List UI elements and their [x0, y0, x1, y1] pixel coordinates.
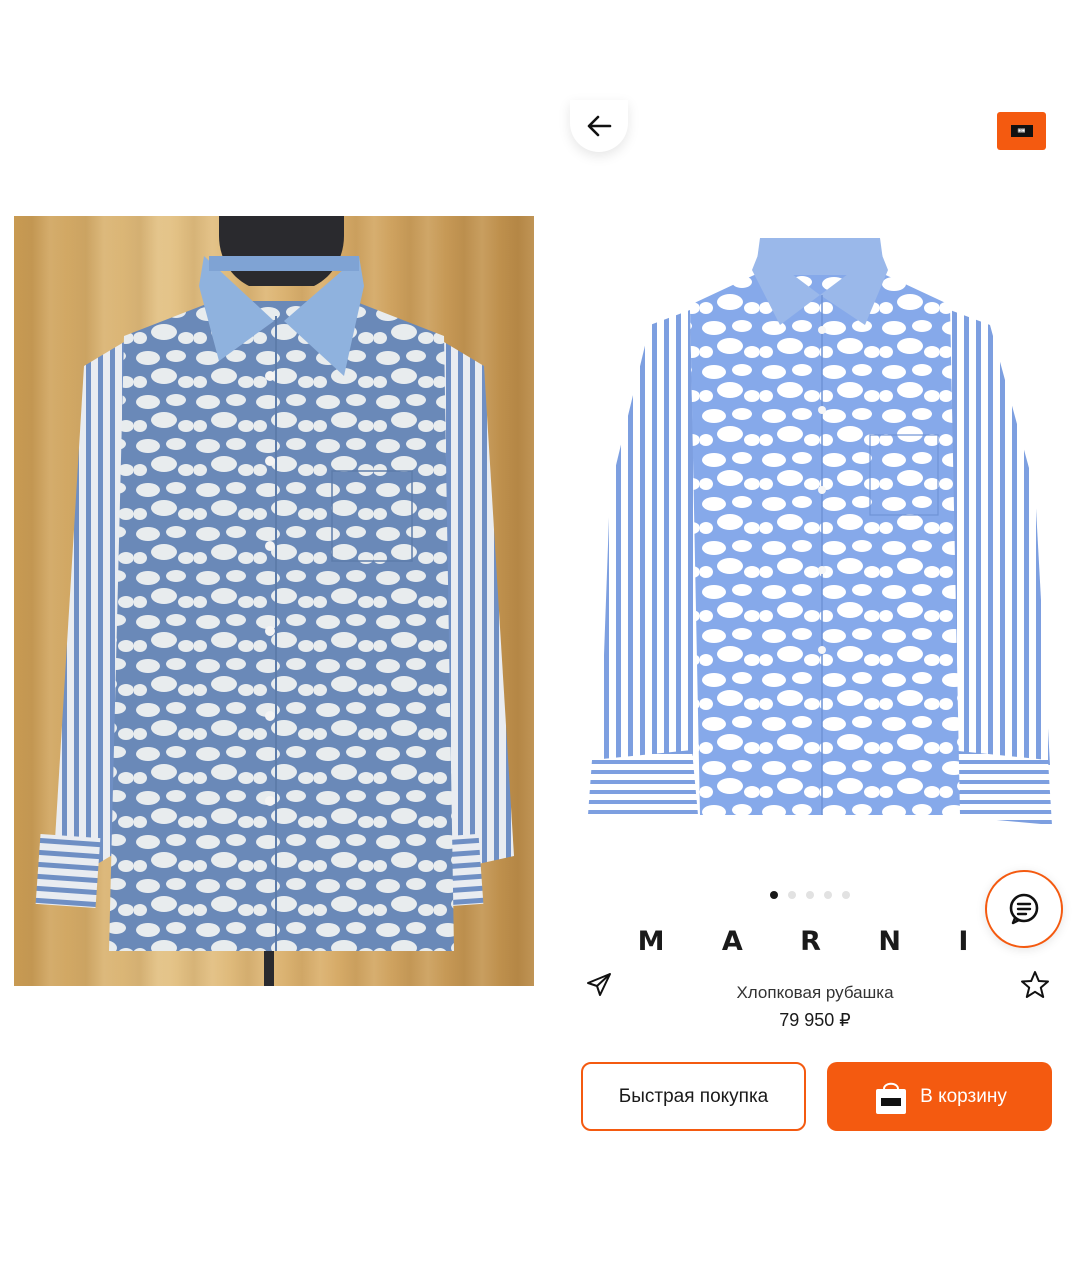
add-to-cart-label: В корзину: [920, 1085, 1007, 1107]
add-to-cart-button[interactable]: В корзину: [827, 1062, 1052, 1131]
cart-button[interactable]: ▣▣: [997, 112, 1046, 150]
pagination-dot[interactable]: [806, 891, 814, 899]
product-image[interactable]: [580, 230, 1060, 830]
pagination-dot[interactable]: [824, 891, 832, 899]
quick-buy-button[interactable]: Быстрая покупка: [581, 1062, 806, 1131]
gallery-pagination: [770, 891, 850, 899]
real-shirt-image: [35, 216, 514, 986]
product-title: Хлопковая рубашка: [736, 983, 894, 1002]
brand-name[interactable]: M A R N I: [560, 926, 1070, 957]
product-price: 79 950 ₽: [779, 1010, 851, 1030]
pagination-dot[interactable]: [842, 891, 850, 899]
shopping-bag-icon: ▣▣: [1010, 125, 1033, 137]
pagination-dot[interactable]: [788, 891, 796, 899]
chat-icon: [1009, 893, 1039, 925]
pagination-dot[interactable]: [770, 891, 778, 899]
quick-buy-label: Быстрая покупка: [618, 1085, 769, 1107]
arrow-left-icon: [587, 115, 612, 137]
left-photo: [14, 216, 534, 986]
shopping-bag-icon: [876, 1082, 907, 1114]
